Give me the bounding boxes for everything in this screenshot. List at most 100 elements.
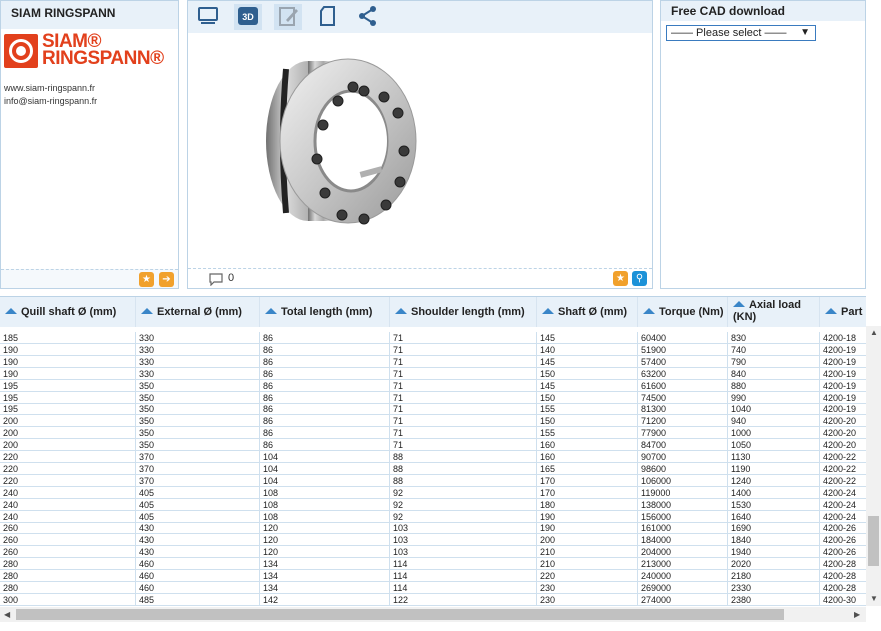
product-3d-view[interactable]	[188, 33, 652, 268]
column-header[interactable]: Shaft Ø (mm)	[537, 297, 638, 327]
table-cell: 840	[728, 367, 820, 380]
table-row[interactable]: 200 350 86 71 155 77900 1000 4200-20	[0, 427, 866, 440]
table-cell: 71	[390, 343, 537, 356]
website-link[interactable]: www.siam-ringspann.fr	[4, 83, 95, 93]
table-row[interactable]: 260 430 120 103 200 184000 1840 4200-26	[0, 534, 866, 547]
table-row[interactable]: 185 330 86 71 145 60400 830 4200-18	[0, 332, 866, 344]
cad-format-select[interactable]: —— Please select —— ▼	[666, 25, 816, 41]
table-cell: 120	[260, 546, 390, 559]
search-icon[interactable]: ⚲	[632, 271, 647, 286]
table-row[interactable]: 240 405 108 92 170 119000 1400 4200-24	[0, 486, 866, 499]
table-cell: 213000	[638, 558, 728, 571]
table-cell: 240	[0, 486, 136, 499]
sort-ascending-icon[interactable]	[542, 308, 554, 314]
table-cell: 71	[390, 403, 537, 416]
table-row[interactable]: 280 460 134 114 220 240000 2180 4200-28	[0, 570, 866, 582]
column-header[interactable]: External Ø (mm)	[136, 297, 260, 327]
table-row[interactable]: 240 405 108 92 180 138000 1530 4200-24	[0, 498, 866, 511]
vertical-scrollbar[interactable]: ▲ ▼	[866, 326, 881, 606]
column-header[interactable]: Quill shaft Ø (mm)	[0, 297, 136, 327]
table-row[interactable]: 260 430 120 103 190 161000 1690 4200-26	[0, 522, 866, 535]
table-row[interactable]: 260 430 120 103 210 204000 1940 4200-26	[0, 546, 866, 559]
table-cell: 430	[136, 522, 260, 535]
table-cell: 4200-19	[820, 380, 866, 392]
table-cell: 86	[260, 332, 390, 344]
table-cell: 51900	[638, 343, 728, 356]
share-icon[interactable]	[354, 4, 382, 30]
column-header[interactable]: Shoulder length (mm)	[390, 297, 537, 327]
table-cell: 2180	[728, 570, 820, 582]
table-row[interactable]: 220 370 104 88 170 106000 1240 4200-22	[0, 474, 866, 487]
table-cell: 460	[136, 581, 260, 594]
siam-ringspann-logo[interactable]: SIAM® RINGSPANN®	[4, 32, 180, 73]
vertical-scroll-thumb[interactable]	[868, 516, 879, 566]
sort-ascending-icon[interactable]	[643, 308, 655, 314]
column-header[interactable]: Total length (mm)	[260, 297, 390, 327]
table-cell: 77900	[638, 427, 728, 440]
table-cell: 190	[0, 343, 136, 356]
column-header[interactable]: Part	[820, 297, 866, 327]
table-row[interactable]: 300 485 142 122 230 274000 2380 4200-30	[0, 593, 866, 606]
scroll-left-icon[interactable]: ◀	[4, 610, 10, 619]
sort-ascending-icon[interactable]	[395, 308, 407, 314]
table-cell: 300	[0, 593, 136, 606]
star-icon[interactable]: ★	[613, 271, 628, 286]
table-cell: 4200-28	[820, 558, 866, 570]
table-row[interactable]: 190 330 86 71 150 63200 840 4200-19	[0, 367, 866, 380]
sort-ascending-icon[interactable]	[141, 308, 153, 314]
horizontal-scrollbar[interactable]: ◀ ▶	[0, 607, 866, 622]
table-cell: 138000	[638, 498, 728, 511]
table-row[interactable]: 220 370 104 88 165 98600 1190 4200-22	[0, 462, 866, 475]
table-cell: 185	[0, 332, 136, 344]
scroll-right-icon[interactable]: ▶	[854, 610, 860, 619]
email-link[interactable]: info@siam-ringspann.fr	[4, 96, 97, 106]
table-row[interactable]: 190 330 86 71 140 51900 740 4200-19	[0, 343, 866, 356]
table-row[interactable]: 280 460 134 114 230 269000 2330 4200-28	[0, 581, 866, 594]
table-cell: 280	[0, 570, 136, 582]
table-cell: 4200-28	[820, 582, 866, 594]
column-header[interactable]: Torque (Nm)	[638, 297, 728, 327]
sort-ascending-icon[interactable]	[265, 308, 277, 314]
table-cell: 71	[390, 427, 537, 440]
star-icon[interactable]: ★	[139, 272, 154, 287]
scroll-up-icon[interactable]: ▲	[870, 328, 878, 337]
table-cell: 86	[260, 415, 390, 428]
table-cell: 240000	[638, 570, 728, 582]
table-cell: 460	[136, 570, 260, 582]
document-icon[interactable]	[314, 4, 342, 30]
sort-ascending-icon[interactable]	[825, 308, 837, 314]
sort-ascending-icon[interactable]	[733, 301, 745, 307]
table-row[interactable]: 195 350 86 71 155 81300 1040 4200-19	[0, 403, 866, 416]
table-row[interactable]: 190 330 86 71 145 57400 790 4200-19	[0, 355, 866, 368]
comment-icon[interactable]	[208, 272, 224, 286]
table-cell: 4200-19	[820, 368, 866, 380]
column-header-unit: (KN)	[733, 311, 757, 323]
table-cell: 240	[0, 498, 136, 511]
monitor-icon[interactable]	[194, 4, 222, 30]
scroll-down-icon[interactable]: ▼	[870, 594, 878, 603]
table-row[interactable]: 280 460 134 114 210 213000 2020 4200-28	[0, 558, 866, 571]
table-cell: 98600	[638, 462, 728, 475]
table-row[interactable]: 200 350 86 71 160 84700 1050 4200-20	[0, 439, 866, 452]
table-cell: 4200-20	[820, 439, 866, 451]
table-cell: 90700	[638, 451, 728, 463]
table-cell: 230	[537, 593, 638, 606]
sort-ascending-icon[interactable]	[5, 308, 17, 314]
horizontal-scroll-thumb[interactable]	[16, 609, 784, 620]
3d-icon[interactable]: 3D	[234, 4, 262, 30]
table-row[interactable]: 220 370 104 88 160 90700 1130 4200-22	[0, 451, 866, 463]
arrow-right-icon[interactable]: ➔	[159, 272, 174, 287]
edit-icon[interactable]	[274, 4, 302, 30]
table-cell: 220	[0, 462, 136, 475]
table-row[interactable]: 195 350 86 71 145 61600 880 4200-19	[0, 379, 866, 392]
table-cell: 86	[260, 379, 390, 392]
column-header-label: Total length (mm)	[281, 306, 373, 318]
supplier-title: SIAM RINGSPANN	[1, 1, 178, 29]
table-row[interactable]: 200 350 86 71 150 71200 940 4200-20	[0, 415, 866, 428]
table-row[interactable]: 195 350 86 71 150 74500 990 4200-19	[0, 391, 866, 404]
column-header[interactable]: Axial load (KN)	[728, 297, 820, 327]
table-cell: 114	[390, 558, 537, 571]
table-cell: 108	[260, 510, 390, 523]
table-cell: 103	[390, 522, 537, 535]
table-row[interactable]: 240 405 108 92 190 156000 1640 4200-24	[0, 510, 866, 523]
